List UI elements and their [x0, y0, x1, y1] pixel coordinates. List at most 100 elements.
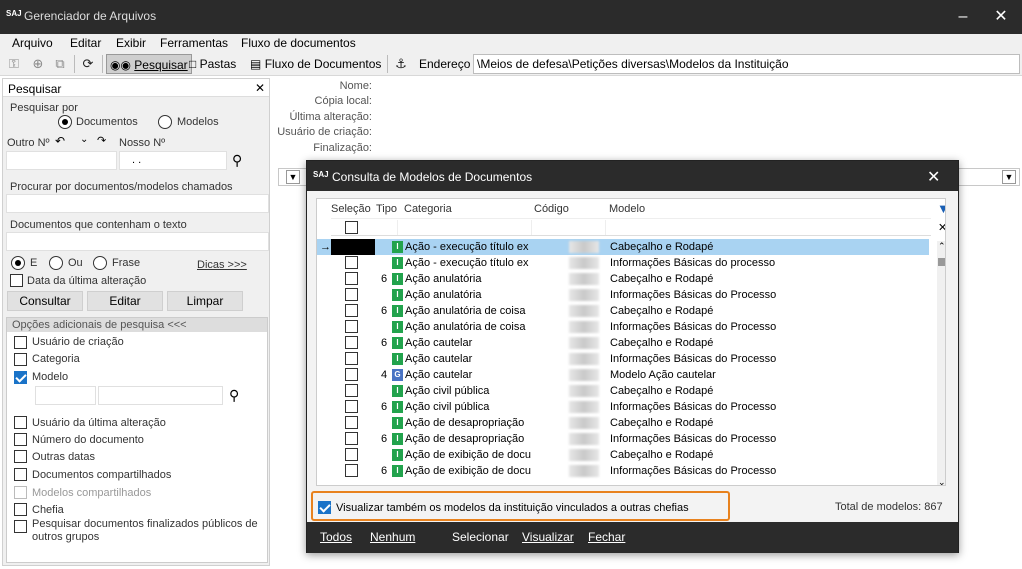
- table-row[interactable]: I Ação de exibição de docu Cabeçalho e Rod…: [317, 447, 929, 463]
- row-checkbox[interactable]: [345, 464, 358, 477]
- row-checkbox[interactable]: [345, 400, 358, 413]
- close-window-button[interactable]: ✕: [988, 6, 1014, 28]
- select-all-checkbox[interactable]: [345, 221, 358, 234]
- filter-icon[interactable]: ▼: [937, 201, 945, 216]
- menu-ferramentas[interactable]: Ferramentas: [160, 36, 228, 50]
- tipo-filter[interactable]: [376, 220, 398, 235]
- minimize-button[interactable]: –: [950, 6, 976, 28]
- chefia-checkbox[interactable]: [14, 503, 27, 516]
- pastas-button[interactable]: □ Pastas: [186, 54, 239, 74]
- numero-documento-checkbox[interactable]: [14, 433, 27, 446]
- table-row[interactable]: I Ação de desapropriação Cabeçalho e Rodap…: [317, 415, 929, 431]
- modelo-code-input[interactable]: [35, 386, 96, 405]
- radio-modelos[interactable]: [158, 115, 172, 129]
- search-icon[interactable]: ⚲: [229, 387, 239, 404]
- selecionar-button[interactable]: Selecionar: [452, 530, 509, 544]
- row-checkbox[interactable]: [345, 272, 358, 285]
- address-field[interactable]: \Meios de defesa\Petições diversas\Model…: [473, 54, 1020, 74]
- chevron-down-icon[interactable]: ▼: [286, 170, 300, 184]
- data-ultima-checkbox[interactable]: [10, 274, 23, 287]
- col-tipo-header[interactable]: Tipo: [376, 203, 397, 215]
- table-row[interactable]: 6 I Ação de exibição de docu Informações Bá…: [317, 463, 929, 479]
- copy-icon[interactable]: ⧉: [52, 56, 68, 72]
- categoria-checkbox[interactable]: [14, 353, 27, 366]
- categoria-filter[interactable]: [404, 220, 532, 235]
- redo-icon[interactable]: ↷: [97, 134, 106, 147]
- row-checkbox[interactable]: [345, 256, 358, 269]
- scroll-thumb[interactable]: [938, 258, 945, 266]
- nenhum-button[interactable]: Nenhum: [370, 530, 415, 544]
- fluxo-documentos-button[interactable]: ▤ Fluxo de Documentos: [247, 54, 384, 74]
- radio-frase[interactable]: [93, 256, 107, 270]
- visualizar-button[interactable]: Visualizar: [522, 530, 574, 544]
- chevron-down-icon[interactable]: ▼: [1002, 170, 1016, 184]
- pesquisar-finalizados-checkbox[interactable]: [14, 520, 27, 533]
- radio-ou[interactable]: [49, 256, 63, 270]
- col-selecao-header[interactable]: Seleção: [331, 203, 371, 215]
- modelo-checkbox[interactable]: [14, 371, 27, 384]
- row-checkbox[interactable]: [345, 368, 358, 381]
- menu-editar[interactable]: Editar: [70, 36, 101, 50]
- chevron-down-icon[interactable]: ⌄: [80, 134, 88, 145]
- row-checkbox[interactable]: [345, 352, 358, 365]
- dicas-link[interactable]: Dicas >>>: [197, 259, 247, 271]
- table-row[interactable]: I Ação anulatória de coisa Informações Bás…: [317, 319, 929, 335]
- pesquisar-button[interactable]: ◉◉ Pesquisar: [106, 54, 192, 74]
- radio-documentos[interactable]: [58, 115, 72, 129]
- radio-e[interactable]: [11, 256, 25, 270]
- contenham-input[interactable]: [6, 232, 269, 251]
- row-checkbox[interactable]: [345, 448, 358, 461]
- table-row[interactable]: I Ação civil pública Cabeçalho e Rodapé: [317, 383, 929, 399]
- visualizar-tambem-checkbox[interactable]: [318, 501, 331, 514]
- table-row[interactable]: 6 I Ação civil pública Informações Básicas …: [317, 399, 929, 415]
- fechar-button[interactable]: Fechar: [588, 530, 625, 544]
- opcoes-adicionais-header[interactable]: Opções adicionais de pesquisa <<<: [7, 318, 267, 332]
- row-checkbox[interactable]: [331, 239, 375, 255]
- search-icon[interactable]: ⚲: [232, 152, 242, 169]
- col-modelo-header[interactable]: Modelo: [609, 203, 645, 215]
- outras-datas-checkbox[interactable]: [14, 450, 27, 463]
- procurar-input[interactable]: [6, 194, 269, 213]
- table-row[interactable]: I Ação cautelar Informações Básicas do Pro…: [317, 351, 929, 367]
- table-row[interactable]: 6 I Ação de desapropriação Informações Bási…: [317, 431, 929, 447]
- table-row[interactable]: 4 G Ação cautelar Modelo Ação cautelar: [317, 367, 929, 383]
- grid-scrollbar[interactable]: ⌃ ⌄: [937, 241, 945, 485]
- table-row[interactable]: I Ação - execução título ex Informações Bá…: [317, 255, 929, 271]
- close-dialog-button[interactable]: ✕: [927, 167, 940, 187]
- documentos-compartilhados-checkbox[interactable]: [14, 468, 27, 481]
- col-codigo-header[interactable]: Código: [534, 203, 569, 215]
- undo-icon[interactable]: ↶: [55, 134, 65, 148]
- table-row[interactable]: 6 I Ação anulatória de coisa Cabeçalho e Ro…: [317, 303, 929, 319]
- row-checkbox[interactable]: [345, 416, 358, 429]
- col-categoria-header[interactable]: Categoria: [404, 203, 452, 215]
- outro-no-input[interactable]: [6, 151, 117, 170]
- nosso-no-input[interactable]: . .: [119, 151, 227, 170]
- row-checkbox[interactable]: [345, 336, 358, 349]
- scroll-up-icon[interactable]: ⌃: [938, 241, 945, 252]
- menu-arquivo[interactable]: Arquivo: [12, 36, 53, 50]
- row-checkbox[interactable]: [345, 288, 358, 301]
- codigo-filter[interactable]: [534, 220, 606, 235]
- usuario-ultima-checkbox[interactable]: [14, 416, 27, 429]
- scroll-down-icon[interactable]: ⌄: [938, 477, 945, 485]
- consultar-button[interactable]: Consultar: [7, 291, 83, 311]
- row-checkbox[interactable]: [345, 320, 358, 333]
- editar-button[interactable]: Editar: [87, 291, 163, 311]
- row-checkbox[interactable]: [345, 304, 358, 317]
- add-icon[interactable]: ⊕: [30, 56, 46, 72]
- lock-icon[interactable]: ⚿: [6, 56, 22, 72]
- table-row[interactable]: → I Ação - execução título ex Cabeçalho e R…: [317, 239, 929, 255]
- menu-exibir[interactable]: Exibir: [116, 36, 146, 50]
- clear-filter-icon[interactable]: ✕: [938, 221, 945, 234]
- modelo-name-input[interactable]: [98, 386, 223, 405]
- refresh-icon[interactable]: ⟳: [80, 56, 96, 72]
- table-row[interactable]: 6 I Ação anulatória Cabeçalho e Rodapé: [317, 271, 929, 287]
- limpar-button[interactable]: Limpar: [167, 291, 243, 311]
- row-checkbox[interactable]: [345, 384, 358, 397]
- table-row[interactable]: 6 I Ação cautelar Cabeçalho e Rodapé: [317, 335, 929, 351]
- row-checkbox[interactable]: [345, 432, 358, 445]
- usuario-criacao-checkbox[interactable]: [14, 336, 27, 349]
- todos-button[interactable]: Todos: [320, 530, 352, 544]
- menu-fluxo-documentos[interactable]: Fluxo de documentos: [241, 36, 356, 50]
- table-row[interactable]: I Ação anulatória Informações Básicas do P…: [317, 287, 929, 303]
